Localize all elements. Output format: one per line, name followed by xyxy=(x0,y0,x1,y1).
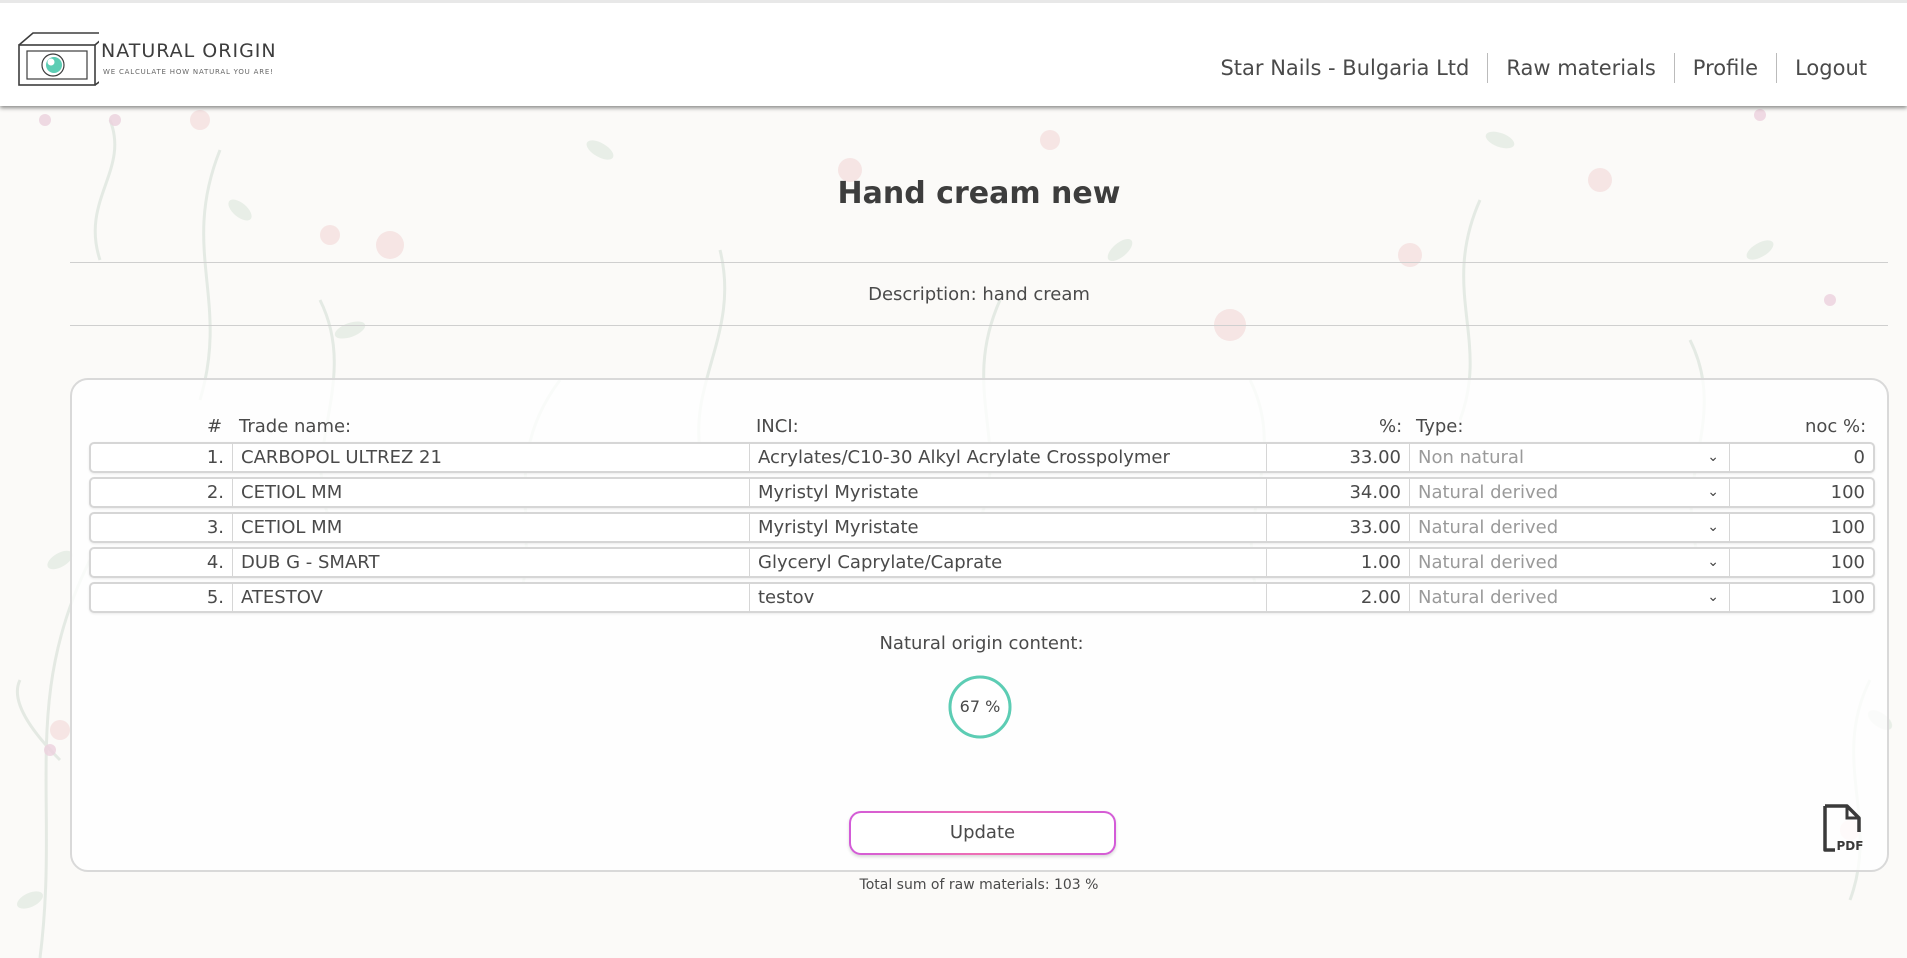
nav-raw-materials[interactable]: Raw materials xyxy=(1488,53,1673,83)
table-row: 2. CETIOL MM Myristyl Myristate 34.00 Na… xyxy=(89,477,1875,508)
percent-field[interactable]: 33.00 xyxy=(1267,514,1410,541)
nav-company[interactable]: Star Nails - Bulgaria Ltd xyxy=(1202,53,1487,83)
chevron-down-icon: ⌄ xyxy=(1707,589,1719,605)
percent-field[interactable]: 33.00 xyxy=(1267,444,1410,471)
update-button[interactable]: Update xyxy=(849,811,1116,855)
noc-percent-field[interactable]: 100 xyxy=(1730,479,1873,506)
noc-percent-field[interactable]: 100 xyxy=(1730,514,1873,541)
table-row: 4. DUB G - SMART Glyceryl Caprylate/Capr… xyxy=(89,547,1875,578)
chevron-down-icon: ⌄ xyxy=(1707,449,1719,465)
inci-field[interactable]: Myristyl Myristate xyxy=(750,479,1267,506)
type-select-value: Natural derived xyxy=(1418,552,1559,573)
row-number: 3. xyxy=(91,514,233,541)
noc-percent-field[interactable]: 100 xyxy=(1730,584,1873,611)
row-number: 1. xyxy=(91,444,233,471)
table-header: # Trade name: INCI: %: Type: noc %: xyxy=(89,416,1875,440)
chevron-down-icon: ⌄ xyxy=(1707,554,1719,570)
pdf-file-icon[interactable]: PDF xyxy=(1821,804,1867,854)
type-select[interactable]: Non natural ⌄ xyxy=(1410,444,1730,471)
col-num-header: # xyxy=(207,416,223,437)
inci-field[interactable]: Glyceryl Caprylate/Caprate xyxy=(750,549,1267,576)
trade-name-field[interactable]: CARBOPOL ULTREZ 21 xyxy=(233,444,750,471)
col-pct-header: %: xyxy=(1379,416,1403,437)
col-trade-header: Trade name: xyxy=(239,416,352,437)
col-inci-header: INCI: xyxy=(756,416,799,437)
type-select-value: Natural derived xyxy=(1418,517,1559,538)
chevron-down-icon: ⌄ xyxy=(1707,484,1719,500)
product-description: Description: hand cream xyxy=(868,284,1090,305)
natural-origin-logo[interactable] xyxy=(17,31,99,89)
type-select[interactable]: Natural derived ⌄ xyxy=(1410,549,1730,576)
page-title: Hand cream new xyxy=(837,176,1121,211)
total-sum-text: Total sum of raw materials: 103 % xyxy=(859,877,1099,893)
trade-name-field[interactable]: DUB G - SMART xyxy=(233,549,750,576)
type-select-value: Non natural xyxy=(1418,447,1524,468)
nav-logout[interactable]: Logout xyxy=(1777,53,1885,83)
natural-origin-value: 67 % xyxy=(959,697,1001,716)
svg-text:PDF: PDF xyxy=(1837,839,1864,853)
trade-name-field[interactable]: ATESTOV xyxy=(233,584,750,611)
trade-name-field[interactable]: CETIOL MM xyxy=(233,479,750,506)
row-number: 4. xyxy=(91,549,233,576)
chevron-down-icon: ⌄ xyxy=(1707,519,1719,535)
percent-field[interactable]: 1.00 xyxy=(1267,549,1410,576)
type-select[interactable]: Natural derived ⌄ xyxy=(1410,514,1730,541)
natural-origin-label: Natural origin content: xyxy=(879,633,1084,654)
divider-top xyxy=(70,262,1888,263)
noc-percent-field[interactable]: 100 xyxy=(1730,549,1873,576)
table-row: 1. CARBOPOL ULTREZ 21 Acrylates/C10-30 A… xyxy=(89,442,1875,473)
formula-card: # Trade name: INCI: %: Type: noc %: 1. C… xyxy=(70,378,1889,872)
inci-field[interactable]: testov xyxy=(750,584,1267,611)
inci-field[interactable]: Acrylates/C10-30 Alkyl Acrylate Crosspol… xyxy=(750,444,1267,471)
percent-field[interactable]: 2.00 xyxy=(1267,584,1410,611)
table-row: 5. ATESTOV testov 2.00 Natural derived ⌄ … xyxy=(89,582,1875,613)
type-select[interactable]: Natural derived ⌄ xyxy=(1410,584,1730,611)
table-row: 3. CETIOL MM Myristyl Myristate 33.00 Na… xyxy=(89,512,1875,543)
row-number: 5. xyxy=(91,584,233,611)
percent-field[interactable]: 34.00 xyxy=(1267,479,1410,506)
row-number: 2. xyxy=(91,479,233,506)
divider-bottom xyxy=(70,325,1888,326)
type-select[interactable]: Natural derived ⌄ xyxy=(1410,479,1730,506)
brand-name: NATURAL ORIGIN xyxy=(101,40,277,62)
type-select-value: Natural derived xyxy=(1418,587,1559,608)
col-noc-header: noc %: xyxy=(1805,416,1867,437)
trade-name-field[interactable]: CETIOL MM xyxy=(233,514,750,541)
type-select-value: Natural derived xyxy=(1418,482,1559,503)
noc-percent-field[interactable]: 0 xyxy=(1730,444,1873,471)
main-nav: Star Nails - Bulgaria Ltd Raw materials … xyxy=(1202,53,1885,83)
brand-tagline: WE CALCULATE HOW NATURAL YOU ARE! xyxy=(103,68,274,76)
nav-profile[interactable]: Profile xyxy=(1675,53,1776,83)
col-type-header: Type: xyxy=(1416,416,1464,437)
top-navbar: NATURAL ORIGIN WE CALCULATE HOW NATURAL … xyxy=(0,0,1907,106)
inci-field[interactable]: Myristyl Myristate xyxy=(750,514,1267,541)
